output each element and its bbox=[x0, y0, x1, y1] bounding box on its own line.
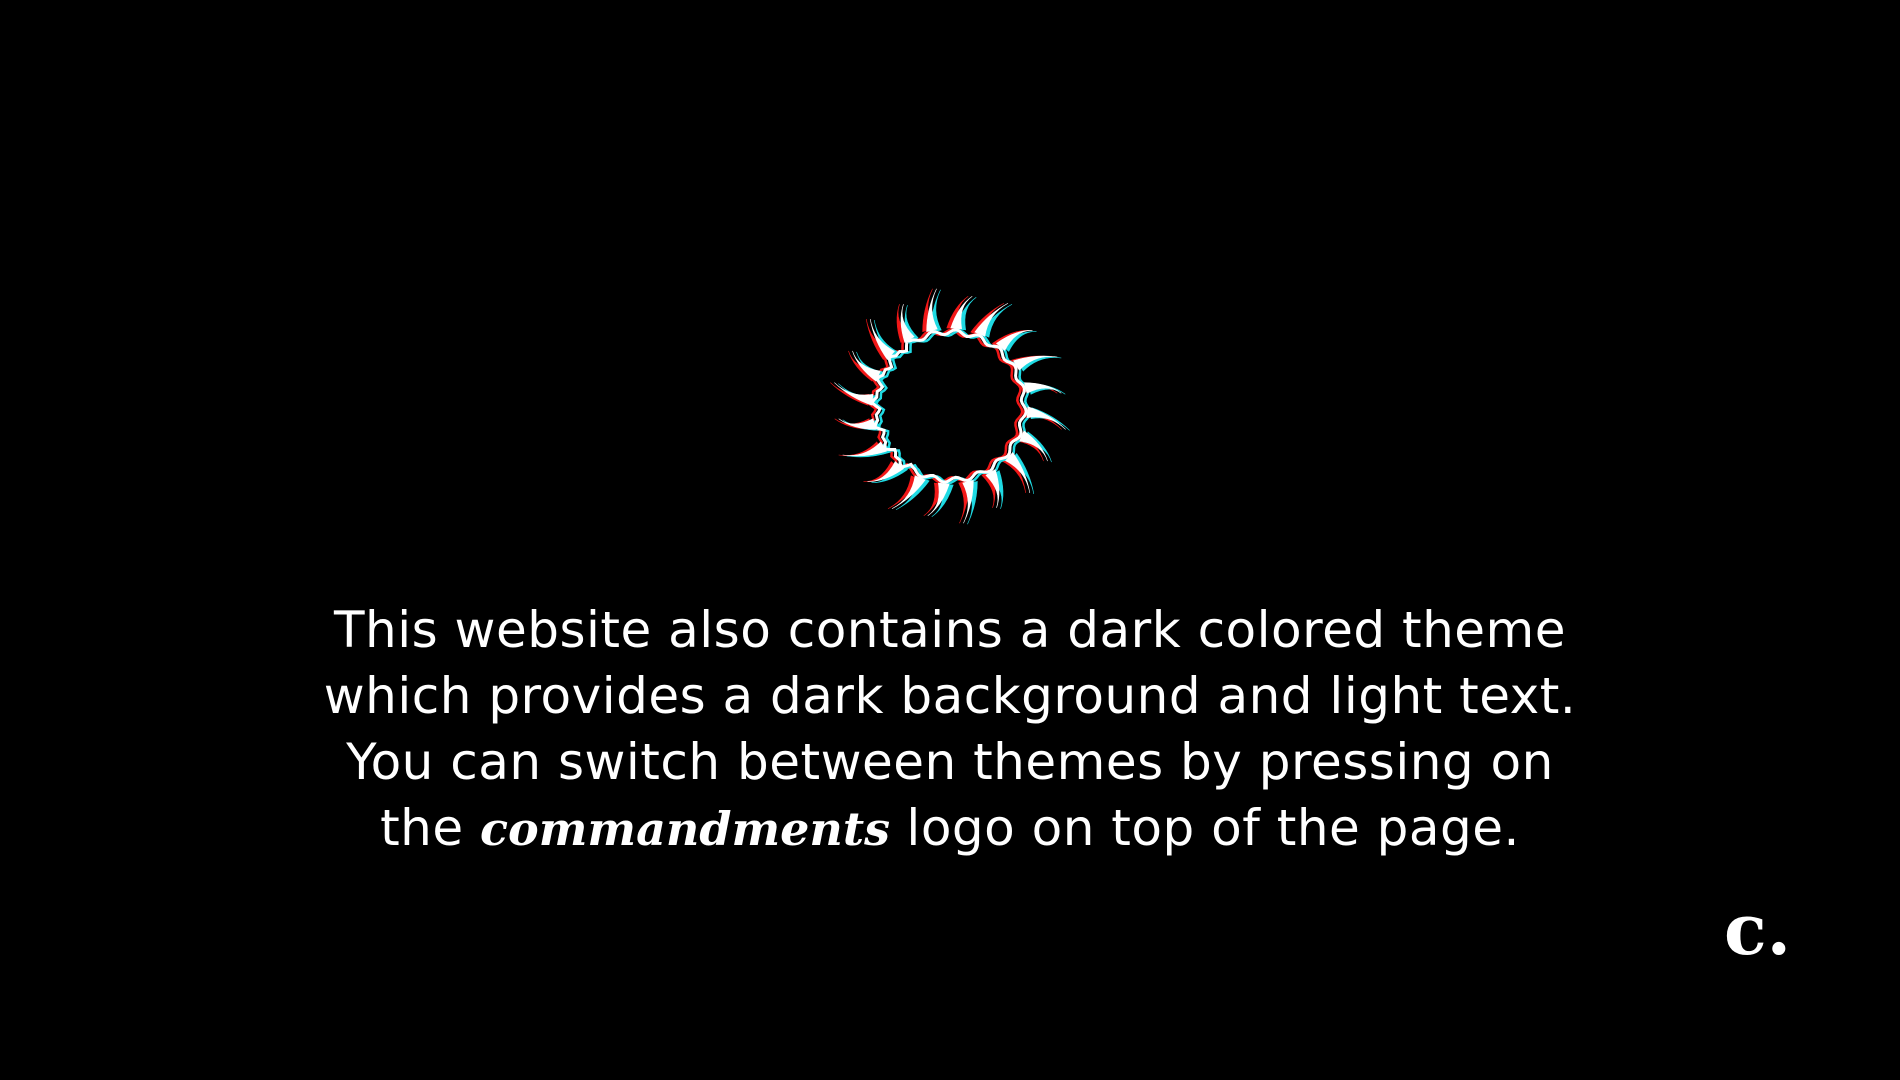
sun-spike bbox=[1024, 382, 1062, 394]
message-line-2: which provides a dark background and lig… bbox=[323, 667, 1577, 725]
message-line-1: This website also contains a dark colore… bbox=[333, 601, 1567, 659]
corner-logo-button[interactable]: c. bbox=[1724, 890, 1794, 970]
commandments-logo-text: commandments bbox=[480, 802, 891, 856]
message-line-4-end: logo on top of the page. bbox=[906, 799, 1520, 857]
sun-spike bbox=[834, 382, 874, 406]
theme-info-message: This website also contains a dark colore… bbox=[150, 597, 1750, 862]
message-line-4: the commandments logo on top of the page… bbox=[150, 795, 1750, 862]
message-line-3: You can switch between themes by pressin… bbox=[346, 733, 1554, 791]
sun-burst-graphic bbox=[830, 288, 1070, 525]
message-line-4-start: the bbox=[380, 799, 464, 857]
sun-burst-icon bbox=[822, 278, 1078, 534]
